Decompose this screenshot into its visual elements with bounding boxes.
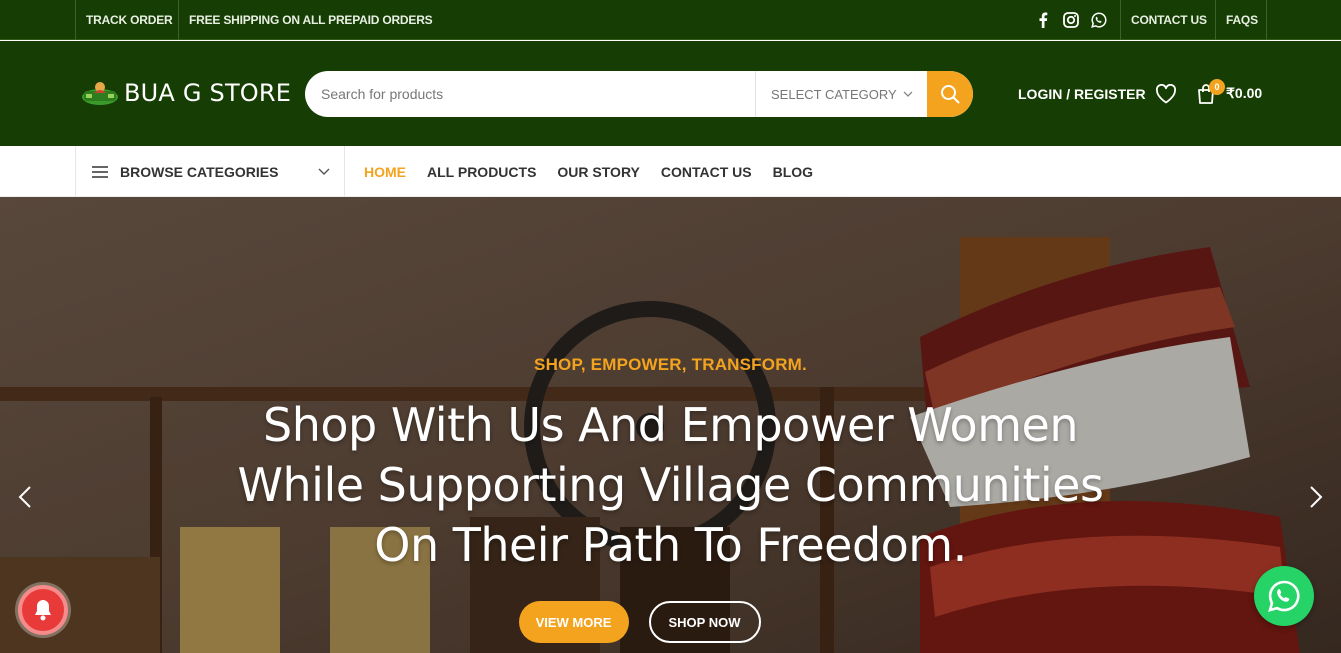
whatsapp-icon[interactable]	[1090, 11, 1108, 29]
top-contact-link[interactable]: CONTACT US	[1131, 0, 1207, 40]
category-select-label: SELECT CATEGORY	[771, 86, 897, 102]
divider	[178, 0, 179, 40]
hero-headline: Shop With Us And Empower Women While Sup…	[0, 395, 1341, 575]
facebook-icon[interactable]	[1034, 11, 1052, 29]
hero-headline-line: While Supporting Village Communities	[237, 458, 1104, 512]
logo-text: BUA G STORE	[124, 79, 292, 107]
faqs-link[interactable]: FAQS	[1226, 0, 1258, 40]
wishlist-button[interactable]	[1155, 41, 1177, 146]
chevron-down-icon	[903, 91, 913, 97]
bell-icon	[35, 600, 51, 621]
search-button[interactable]	[927, 71, 973, 117]
notification-bell-button[interactable]	[18, 585, 68, 635]
search-bar: SELECT CATEGORY	[305, 71, 973, 117]
free-shipping-text: FREE SHIPPING ON ALL PREPAID ORDERS	[189, 13, 433, 27]
heart-icon	[1155, 83, 1177, 103]
cart-total: ₹0.00	[1226, 85, 1263, 101]
divider	[1215, 0, 1216, 40]
hero-headline-line: Shop With Us And Empower Women	[263, 398, 1078, 452]
top-bar: TRACK ORDER FREE SHIPPING ON ALL PREPAID…	[0, 0, 1341, 40]
search-input[interactable]	[305, 71, 755, 117]
site-logo[interactable]: BUA G STORE	[80, 79, 291, 107]
main-header: BUA G STORE SELECT CATEGORY LOGIN / REGI…	[0, 41, 1341, 146]
hero-eyebrow: SHOP, EMPOWER, TRANSFORM.	[534, 355, 807, 374]
cart-count-badge: 0	[1209, 79, 1225, 95]
hero-content: SHOP, EMPOWER, TRANSFORM. Shop With Us A…	[0, 197, 1341, 653]
divider	[1266, 0, 1267, 40]
login-register-link[interactable]: LOGIN / REGISTER	[1018, 41, 1146, 146]
view-more-button[interactable]: VIEW MORE	[518, 601, 629, 643]
cart-button[interactable]: 0 ₹0.00	[1196, 41, 1262, 146]
main-navigation: BROWSE CATEGORIES HOME ALL PRODUCTS OUR …	[0, 146, 1341, 197]
shop-now-button[interactable]: SHOP NOW	[648, 601, 761, 643]
whatsapp-chat-button[interactable]	[1254, 566, 1314, 626]
nav-our-story[interactable]: OUR STORY	[557, 164, 639, 180]
logo-mark-icon	[82, 82, 118, 105]
nav-home[interactable]: HOME	[364, 164, 406, 180]
nav-blog[interactable]: BLOG	[773, 164, 813, 180]
hero-buttons: VIEW MORE SHOP NOW	[0, 601, 1341, 643]
divider	[75, 0, 76, 40]
cart-icon-wrap: 0	[1196, 41, 1225, 146]
nav-menu: HOME ALL PRODUCTS OUR STORY CONTACT US B…	[364, 146, 813, 197]
nav-all-products[interactable]: ALL PRODUCTS	[427, 164, 536, 180]
hamburger-menu-icon	[92, 165, 108, 178]
divider	[1120, 0, 1121, 40]
slider-prev-button[interactable]	[14, 482, 36, 512]
slider-next-button[interactable]	[1305, 482, 1327, 512]
category-select[interactable]: SELECT CATEGORY	[755, 71, 927, 117]
instagram-icon[interactable]	[1062, 11, 1080, 29]
browse-categories-label: BROWSE CATEGORIES	[120, 163, 279, 180]
browse-categories-button[interactable]: BROWSE CATEGORIES	[75, 146, 345, 197]
track-order-link[interactable]: TRACK ORDER	[86, 0, 173, 40]
chevron-down-icon	[318, 168, 330, 175]
social-links	[1034, 0, 1108, 40]
chevron-left-icon	[18, 486, 31, 508]
chevron-right-icon	[1310, 486, 1323, 508]
whatsapp-icon	[1268, 580, 1300, 612]
hero-headline-line: On Their Path To Freedom.	[374, 518, 967, 572]
nav-contact-us[interactable]: CONTACT US	[661, 164, 752, 180]
search-icon	[941, 85, 960, 104]
hero-slider: SHOP, EMPOWER, TRANSFORM. Shop With Us A…	[0, 197, 1341, 653]
